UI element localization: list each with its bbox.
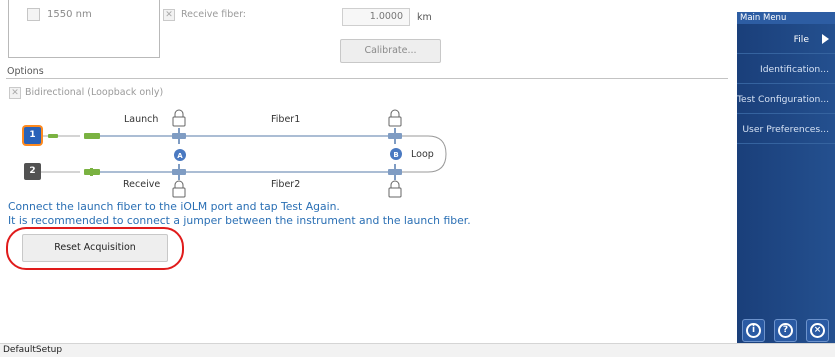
close-button[interactable]: × bbox=[806, 319, 829, 342]
instruction-message: Connect the launch fiber to the iOLM por… bbox=[8, 200, 340, 213]
menu-item-identification[interactable]: Identification... bbox=[737, 55, 835, 84]
launch-label: Launch bbox=[124, 114, 159, 125]
help-icon: ? bbox=[778, 323, 793, 338]
info-button[interactable]: i bbox=[742, 319, 765, 342]
wavelength-checkbox[interactable] bbox=[27, 8, 40, 21]
receive-fiber-checkbox[interactable]: ✕ bbox=[163, 9, 175, 21]
close-icon: × bbox=[810, 323, 825, 338]
wavelength-label: 1550 nm bbox=[47, 9, 92, 20]
calibrate-button[interactable]: Calibrate... bbox=[340, 39, 441, 63]
status-text: DefaultSetup bbox=[3, 345, 63, 355]
bidirectional-checkbox[interactable]: ✕ bbox=[9, 87, 21, 99]
receive-connector-left bbox=[84, 168, 100, 176]
main-menu-sidebar: Main Menu File Identification... Test Co… bbox=[737, 12, 835, 343]
options-heading: Options bbox=[7, 66, 44, 77]
menu-item-file[interactable]: File bbox=[737, 25, 835, 54]
menu-item-user-preferences[interactable]: User Preferences... bbox=[737, 115, 835, 144]
menu-item-test-configuration[interactable]: Test Configuration... bbox=[737, 85, 835, 114]
recommendation-message: It is recommended to connect a jumper be… bbox=[8, 214, 471, 227]
receive-fiber-length-field[interactable]: 1.0000 bbox=[342, 8, 410, 26]
port-1[interactable]: 1 bbox=[24, 127, 41, 144]
fiber2-label: Fiber2 bbox=[271, 179, 301, 190]
options-divider bbox=[6, 78, 728, 79]
help-button[interactable]: ? bbox=[774, 319, 797, 342]
status-bar: DefaultSetup bbox=[0, 343, 835, 357]
port-2[interactable]: 2 bbox=[24, 163, 41, 180]
bidirectional-label: Bidirectional (Loopback only) bbox=[25, 87, 164, 98]
marker-a-text: A bbox=[177, 152, 183, 160]
receive-label: Receive bbox=[123, 179, 161, 190]
info-icon: i bbox=[746, 323, 761, 338]
receive-fiber-unit: km bbox=[417, 12, 432, 23]
main-panel: 1550 nm ✕ Receive fiber: 1.0000 km Calib… bbox=[0, 0, 734, 343]
loop-label: Loop bbox=[411, 149, 434, 160]
main-menu-header: Main Menu bbox=[737, 12, 835, 24]
fiber1-label: Fiber1 bbox=[271, 114, 301, 125]
wavelength-panel: 1550 nm bbox=[8, 0, 160, 58]
chevron-right-icon bbox=[822, 34, 829, 44]
reset-acquisition-button[interactable]: Reset Acquisition bbox=[22, 234, 168, 262]
receive-fiber-label: Receive fiber: bbox=[181, 9, 247, 20]
menu-item-file-label: File bbox=[793, 34, 809, 45]
marker-b-text: B bbox=[393, 151, 398, 159]
